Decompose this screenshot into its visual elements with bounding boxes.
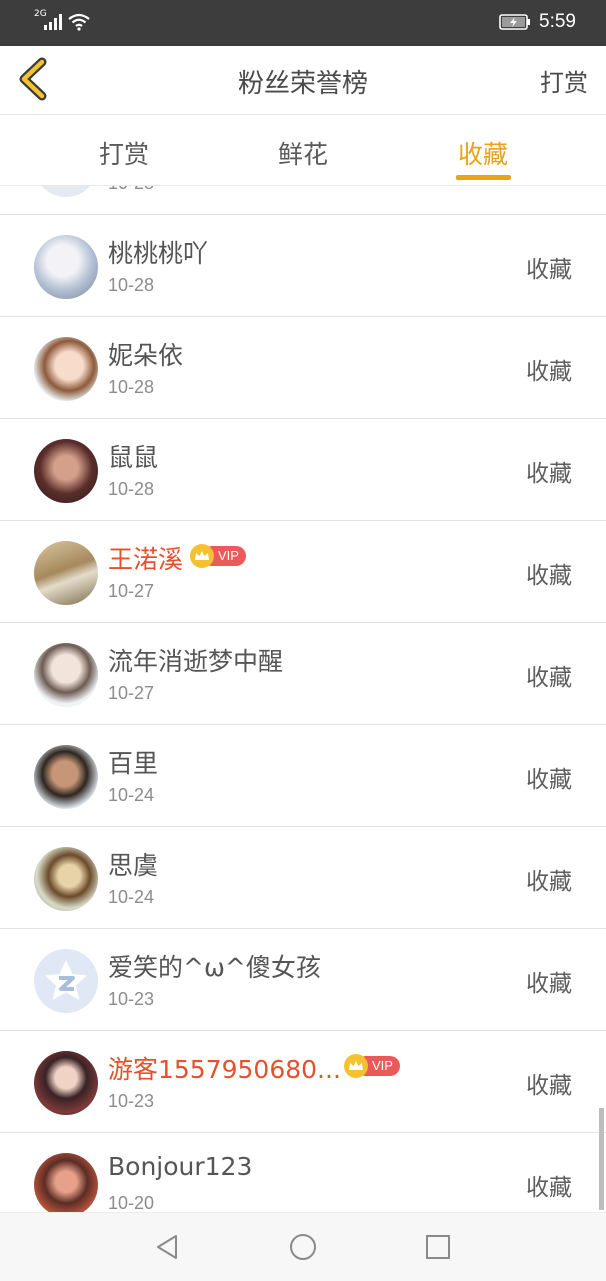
user-name: 爱笑的^ω^傻女孩 bbox=[108, 953, 321, 982]
avatar bbox=[34, 643, 98, 707]
scrollbar[interactable] bbox=[599, 1108, 604, 1210]
action-label: 收藏 bbox=[526, 359, 572, 385]
tab-flowers[interactable]: 鲜花 bbox=[243, 135, 363, 171]
user-name: 桃桃桃吖 bbox=[108, 239, 209, 268]
action-label: 收藏 bbox=[526, 767, 572, 793]
list-item[interactable]: 游客1557950680... VIP 10-23 收藏 bbox=[0, 1031, 606, 1133]
nav-recent-icon[interactable] bbox=[422, 1231, 454, 1263]
list-item[interactable]: 桃桃桃吖 10-28 收藏 bbox=[0, 215, 606, 317]
wifi-icon bbox=[68, 13, 90, 31]
list-item[interactable]: 10-28 收藏 bbox=[0, 186, 606, 215]
battery-charging-icon bbox=[499, 14, 531, 30]
list-item[interactable]: 鼠鼠 10-28 收藏 bbox=[0, 419, 606, 521]
avatar bbox=[34, 847, 98, 911]
list-item[interactable]: 百里 10-24 收藏 bbox=[0, 725, 606, 827]
list-item[interactable]: 思虞 10-24 收藏 bbox=[0, 827, 606, 929]
avatar bbox=[34, 1153, 98, 1212]
user-name: 流年消逝梦中醒 bbox=[108, 647, 284, 676]
favorite-date: 10-28 bbox=[108, 377, 155, 397]
action-label: 收藏 bbox=[526, 461, 572, 487]
action-label: 收藏 bbox=[526, 869, 572, 895]
crown-icon bbox=[344, 1054, 368, 1078]
favorite-date: 10-23 bbox=[108, 989, 155, 1009]
favorite-date: 10-28 bbox=[108, 479, 155, 499]
system-nav-bar bbox=[0, 1212, 606, 1281]
list-item[interactable]: 爱笑的^ω^傻女孩 10-23 收藏 bbox=[0, 929, 606, 1031]
action-label: 收藏 bbox=[526, 1175, 572, 1201]
favorite-date: 10-28 bbox=[108, 275, 155, 295]
status-right: 5:59 bbox=[499, 11, 576, 33]
avatar bbox=[34, 949, 98, 1013]
vip-badge: VIP bbox=[190, 544, 246, 568]
signal-icon bbox=[44, 14, 62, 30]
avatar bbox=[34, 1051, 98, 1115]
default-star-avatar-icon bbox=[45, 960, 87, 1000]
action-label: 收藏 bbox=[526, 1073, 572, 1099]
list-item[interactable]: 王渃溪 VIP 10-27 收藏 bbox=[0, 521, 606, 623]
list-item[interactable]: Bonjour123 10-20 收藏 bbox=[0, 1133, 606, 1212]
user-name: 游客1557950680... bbox=[108, 1055, 341, 1084]
fan-list-viewport[interactable]: 10-28 收藏 桃桃桃吖 10-28 收藏 妮朵依 10-28 收藏 鼠鼠 1… bbox=[0, 186, 606, 1212]
page-title: 粉丝荣誉榜 bbox=[237, 69, 368, 99]
user-name: Bonjour123 bbox=[108, 1152, 253, 1181]
nav-home-icon[interactable] bbox=[287, 1231, 319, 1263]
tab-favorites[interactable]: 收藏 bbox=[423, 135, 543, 171]
avatar bbox=[34, 541, 98, 605]
avatar bbox=[34, 337, 98, 401]
tab-bar: 打赏 鲜花 收藏 bbox=[0, 115, 606, 186]
status-bar: 2G 5:59 bbox=[0, 0, 606, 46]
user-name: 百里 bbox=[108, 749, 159, 778]
fan-list: 10-28 收藏 桃桃桃吖 10-28 收藏 妮朵依 10-28 收藏 鼠鼠 1… bbox=[0, 186, 606, 1212]
avatar bbox=[34, 439, 98, 503]
user-name: 王渃溪 bbox=[108, 545, 184, 574]
active-tab-indicator bbox=[456, 175, 511, 180]
app-header: 粉丝荣誉榜 打赏 bbox=[0, 46, 606, 115]
avatar bbox=[34, 745, 98, 809]
action-label: 收藏 bbox=[526, 257, 572, 283]
favorite-date: 10-20 bbox=[108, 1193, 155, 1212]
avatar bbox=[34, 235, 98, 299]
favorite-date: 10-27 bbox=[108, 581, 155, 601]
favorite-date: 10-24 bbox=[108, 887, 155, 907]
nav-back-icon[interactable] bbox=[152, 1231, 184, 1263]
favorite-date: 10-27 bbox=[108, 683, 155, 703]
user-name: 思虞 bbox=[108, 851, 159, 880]
favorite-date: 10-28 bbox=[108, 186, 154, 194]
user-name: 鼠鼠 bbox=[108, 443, 159, 472]
favorite-date: 10-23 bbox=[108, 1091, 155, 1111]
favorite-date: 10-24 bbox=[108, 785, 155, 805]
crown-icon bbox=[190, 544, 214, 568]
user-name: 妮朵依 bbox=[108, 341, 184, 370]
avatar bbox=[34, 186, 98, 197]
list-item[interactable]: 妮朵依 10-28 收藏 bbox=[0, 317, 606, 419]
list-item[interactable]: 流年消逝梦中醒 10-27 收藏 bbox=[0, 623, 606, 725]
action-label: 收藏 bbox=[526, 971, 572, 997]
reward-button[interactable]: 打赏 bbox=[540, 63, 588, 98]
action-label: 收藏 bbox=[526, 563, 572, 589]
clock-time: 5:59 bbox=[539, 11, 576, 32]
action-label: 收藏 bbox=[526, 665, 572, 691]
vip-badge: VIP bbox=[344, 1054, 400, 1078]
tab-reward[interactable]: 打赏 bbox=[64, 135, 184, 171]
